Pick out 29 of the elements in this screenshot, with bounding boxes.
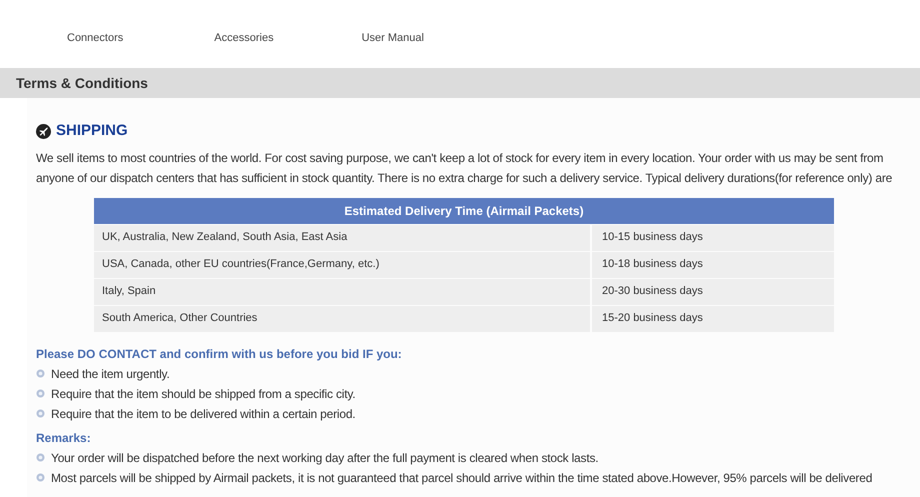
- table-cell: 15-20 business days: [592, 306, 834, 332]
- contact-heading: Please DO CONTACT and confirm with us before you bid IF you:: [36, 346, 402, 360]
- bullet-icon: [36, 453, 45, 462]
- intro-text: We sell items to most countries of the world. For cost saving purpose, we can't keep a lot of stock for every item in every location. Your order with us may be sent from: [36, 150, 884, 166]
- table-cell: 10-15 business days: [592, 224, 834, 250]
- nav-link[interactable]: User Manual: [362, 30, 424, 46]
- table-title: Estimated Delivery Time (Airmail Packets): [344, 202, 584, 220]
- list-text: Your order will be dispatched before the next working day after the full payment is cleared when stock lasts.: [51, 450, 598, 466]
- bullet-icon: [36, 473, 45, 482]
- section-title: Terms & Conditions: [16, 74, 148, 92]
- nav-link[interactable]: Connectors: [67, 30, 124, 46]
- bullet-icon: [36, 389, 45, 398]
- table-cell: UK, Australia, New Zealand, South Asia, East Asia: [94, 224, 590, 250]
- bullet-icon: [36, 409, 45, 418]
- intro-text: anyone of our dispatch centers that has sufficient in stock quantity. There is no extra charge for such a delivery service. Typical delivery durations(for reference only) are: [36, 170, 894, 186]
- table-cell: 20-30 business days: [592, 278, 834, 304]
- nav-link[interactable]: Accessories: [214, 30, 274, 46]
- list-text: Need the item urgently.: [51, 366, 170, 382]
- list-text: Most parcels will be shipped by Airmail packets, it is not guaranteed that parcel should arrive within the time stated above.However, 95% parcels will be delivered: [51, 470, 872, 486]
- section-heading: SHIPPING: [56, 121, 128, 141]
- table-cell: South America, Other Countries: [94, 306, 590, 332]
- list-text: Require that the item to be delivered within a certain period.: [51, 406, 356, 422]
- list-text: Require that the item should be shipped from a specific city.: [51, 386, 356, 402]
- table-cell: USA, Canada, other EU countries(France,Germany, etc.): [94, 252, 590, 278]
- table-cell: Italy, Spain: [94, 278, 590, 304]
- airplane-icon: [36, 124, 51, 139]
- bullet-icon: [36, 369, 45, 378]
- table-cell: 10-18 business days: [592, 252, 834, 278]
- remarks-heading: Remarks:: [36, 430, 91, 444]
